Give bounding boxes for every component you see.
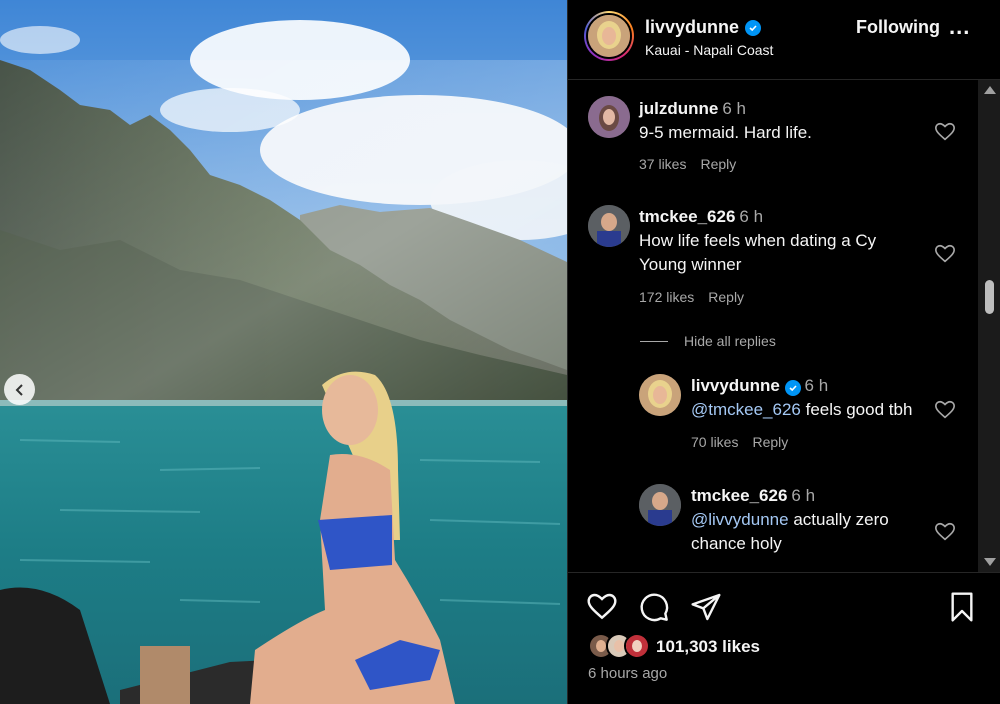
scroll-up-arrow[interactable] [984,86,996,94]
author-avatar[interactable] [584,11,634,61]
comment-username[interactable]: tmckee_626 [639,207,735,226]
reply-button[interactable]: Reply [752,434,788,450]
reply-mention[interactable]: @tmckee_626 [691,400,801,419]
likes-count[interactable]: 101,303 likes [656,637,760,657]
reply-text-line-1: actually zero [788,510,889,529]
reply-text: feels good tbh [800,400,913,419]
reply-meta: 70 likes Reply [691,434,802,450]
author-avatar-image [588,15,630,57]
bookmark-icon[interactable] [946,591,978,623]
post-photo [0,0,567,704]
comment-text-line-2: Young winner [639,255,742,274]
author-username[interactable]: livvydunne [645,17,739,38]
following-button[interactable]: Following [856,17,940,38]
liker-avatar [624,633,650,659]
reply-username[interactable]: livvydunne [691,376,780,395]
reply-mention[interactable]: @livvydunne [691,510,789,529]
verified-icon [784,380,801,396]
photo-scene [0,0,567,704]
comment-content: julzdunne 6 h 9-5 mermaid. Hard life. [639,97,812,145]
comment-time: 6 h [739,207,764,226]
reply-username[interactable]: tmckee_626 [691,486,787,505]
post-actions: 101,303 likes 6 hours ago [568,572,1000,704]
reply-button[interactable]: Reply [700,156,736,172]
comments-scrollbar[interactable] [978,80,1000,572]
comment-likes[interactable]: 172 likes [639,289,694,305]
scroll-down-arrow[interactable] [984,558,996,566]
more-options-button[interactable]: ... [949,16,970,38]
author-name-row[interactable]: livvydunne [645,17,762,38]
reply-button[interactable]: Reply [708,289,744,305]
comment-time: 6 h [722,99,746,118]
comment-content: tmckee_626 6 h How life feels when dating… [639,205,876,277]
chevron-left-icon [15,383,23,396]
hide-replies-toggle[interactable]: Hide all replies [640,333,776,349]
reply-content: tmckee_626 6 h @livvydunne actually zero … [691,484,889,556]
heart-icon[interactable] [934,243,956,265]
reply-time: 6 h [804,376,829,395]
reply-time: 6 h [791,486,816,505]
commenter-avatar[interactable] [588,205,630,247]
post-side-panel: livvydunne Kauai - Napali Coast Followin… [567,0,1000,704]
scroll-thumb[interactable] [985,280,994,314]
previous-image-button[interactable] [4,374,35,405]
liker-avatars[interactable] [588,633,652,661]
comment-username[interactable]: julzdunne [639,99,718,118]
reply-likes[interactable]: 70 likes [691,434,738,450]
comment-text: 9-5 mermaid. Hard life. [639,123,812,142]
commenter-avatar[interactable] [639,374,681,416]
comment-icon[interactable] [638,591,670,623]
reply-text-line-2: chance holy [691,534,782,553]
commenter-avatar[interactable] [639,484,681,526]
post-header: livvydunne Kauai - Napali Coast Followin… [568,0,1000,80]
heart-icon[interactable] [934,399,956,421]
post-location[interactable]: Kauai - Napali Coast [645,42,773,58]
comments-list: julzdunne 6 h 9-5 mermaid. Hard life. 37 … [568,80,978,572]
comment-likes[interactable]: 37 likes [639,156,686,172]
comment-text-line-1: How life feels when dating a Cy [639,231,877,250]
comment-meta: 172 likes Reply [639,289,758,305]
heart-icon[interactable] [934,521,956,543]
divider-line [640,340,668,342]
heart-icon[interactable] [934,121,956,143]
commenter-avatar[interactable] [588,96,630,138]
comment-meta: 37 likes Reply [639,156,750,172]
post-timestamp: 6 hours ago [588,665,668,682]
hide-replies-label: Hide all replies [684,333,776,349]
heart-icon[interactable] [586,591,618,623]
share-icon[interactable] [690,591,722,623]
reply-content: livvydunne 6 h @tmckee_626 feels good tb… [691,374,912,422]
verified-icon [745,19,762,36]
